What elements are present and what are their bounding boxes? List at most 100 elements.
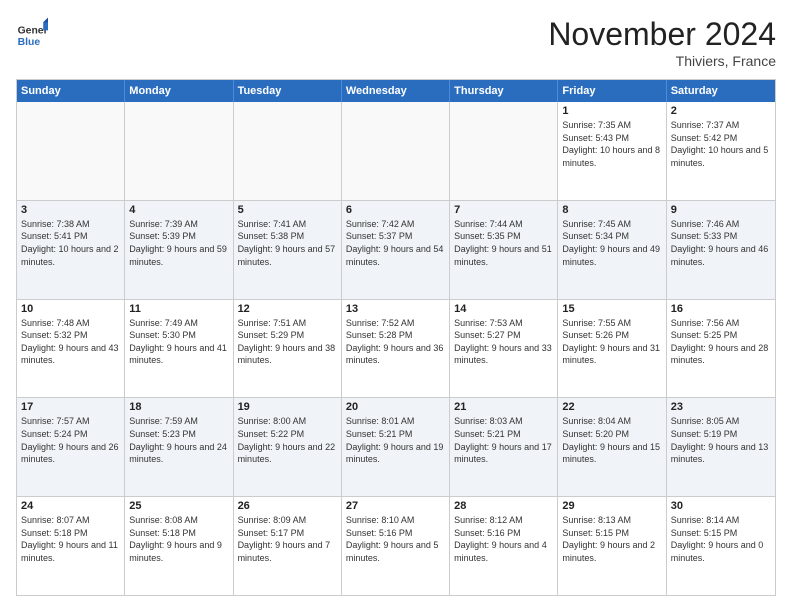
day-number: 7 <box>454 204 553 216</box>
weekday-wednesday: Wednesday <box>342 80 450 102</box>
cal-cell-4-6: 30Sunrise: 8:14 AM Sunset: 5:15 PM Dayli… <box>667 497 775 595</box>
header: General Blue November 2024 Thiviers, Fra… <box>16 16 776 69</box>
cell-info: Sunrise: 7:56 AM Sunset: 5:25 PM Dayligh… <box>671 317 771 367</box>
calendar: Sunday Monday Tuesday Wednesday Thursday… <box>16 79 776 596</box>
cell-info: Sunrise: 7:39 AM Sunset: 5:39 PM Dayligh… <box>129 218 228 268</box>
cal-cell-0-6: 2 Sunrise: 7:37 AM Sunset: 5:42 PM Daylig… <box>667 102 775 200</box>
day-number: 23 <box>671 401 771 413</box>
cell-info: Sunrise: 8:10 AM Sunset: 5:16 PM Dayligh… <box>346 514 445 564</box>
cal-cell-1-1: 4 Sunrise: 7:39 AM Sunset: 5:39 PM Daylig… <box>125 201 233 299</box>
cal-cell-4-3: 27 Sunrise: 8:10 AM Sunset: 5:16 PM Dayli… <box>342 497 450 595</box>
cell-info: Sunrise: 7:52 AM Sunset: 5:28 PM Dayligh… <box>346 317 445 367</box>
cal-cell-0-0 <box>17 102 125 200</box>
day-number: 16 <box>671 303 771 315</box>
cal-row-0: 1 Sunrise: 7:35 AM Sunset: 5:43 PM Daylig… <box>17 102 775 201</box>
weekday-saturday: Saturday <box>667 80 775 102</box>
cal-cell-3-2: 19Sunrise: 8:00 AM Sunset: 5:22 PM Dayli… <box>234 398 342 496</box>
cal-row-2: 10 Sunrise: 7:48 AM Sunset: 5:32 PM Dayli… <box>17 300 775 399</box>
cell-info: Sunrise: 7:42 AM Sunset: 5:37 PM Dayligh… <box>346 218 445 268</box>
cell-info: Sunrise: 7:59 AM Sunset: 5:23 PM Dayligh… <box>129 415 228 465</box>
weekday-thursday: Thursday <box>450 80 558 102</box>
cell-info: Sunrise: 7:48 AM Sunset: 5:32 PM Dayligh… <box>21 317 120 367</box>
day-number: 10 <box>21 303 120 315</box>
calendar-body: 1 Sunrise: 7:35 AM Sunset: 5:43 PM Daylig… <box>17 102 775 595</box>
day-number: 17 <box>21 401 120 413</box>
month-title: November 2024 <box>548 16 776 53</box>
cal-cell-4-5: 29Sunrise: 8:13 AM Sunset: 5:15 PM Dayli… <box>558 497 666 595</box>
day-number: 4 <box>129 204 228 216</box>
cal-cell-1-2: 5Sunrise: 7:41 AM Sunset: 5:38 PM Daylig… <box>234 201 342 299</box>
cell-info: Sunrise: 8:01 AM Sunset: 5:21 PM Dayligh… <box>346 415 445 465</box>
cell-info: Sunrise: 7:46 AM Sunset: 5:33 PM Dayligh… <box>671 218 771 268</box>
day-number: 19 <box>238 401 337 413</box>
cell-info: Sunrise: 7:38 AM Sunset: 5:41 PM Dayligh… <box>21 218 120 268</box>
svg-text:Blue: Blue <box>18 37 41 48</box>
cal-cell-3-4: 21 Sunrise: 8:03 AM Sunset: 5:21 PM Dayli… <box>450 398 558 496</box>
cell-info: Sunrise: 8:03 AM Sunset: 5:21 PM Dayligh… <box>454 415 553 465</box>
day-number: 14 <box>454 303 553 315</box>
cell-info: Sunrise: 7:35 AM Sunset: 5:43 PM Dayligh… <box>562 119 661 169</box>
day-number: 3 <box>21 204 120 216</box>
cal-cell-0-4 <box>450 102 558 200</box>
cal-cell-0-2 <box>234 102 342 200</box>
day-number: 8 <box>562 204 661 216</box>
cal-cell-3-1: 18 Sunrise: 7:59 AM Sunset: 5:23 PM Dayli… <box>125 398 233 496</box>
day-number: 28 <box>454 500 553 512</box>
cell-info: Sunrise: 7:51 AM Sunset: 5:29 PM Dayligh… <box>238 317 337 367</box>
cell-info: Sunrise: 8:05 AM Sunset: 5:19 PM Dayligh… <box>671 415 771 465</box>
cell-info: Sunrise: 8:04 AM Sunset: 5:20 PM Dayligh… <box>562 415 661 465</box>
cal-cell-0-3 <box>342 102 450 200</box>
cell-info: Sunrise: 8:08 AM Sunset: 5:18 PM Dayligh… <box>129 514 228 564</box>
cal-cell-3-3: 20 Sunrise: 8:01 AM Sunset: 5:21 PM Dayli… <box>342 398 450 496</box>
cell-info: Sunrise: 7:57 AM Sunset: 5:24 PM Dayligh… <box>21 415 120 465</box>
cell-info: Sunrise: 7:49 AM Sunset: 5:30 PM Dayligh… <box>129 317 228 367</box>
cell-info: Sunrise: 8:13 AM Sunset: 5:15 PM Dayligh… <box>562 514 661 564</box>
cal-row-4: 24Sunrise: 8:07 AM Sunset: 5:18 PM Dayli… <box>17 497 775 595</box>
title-section: November 2024 Thiviers, France <box>548 16 776 69</box>
cal-cell-3-0: 17 Sunrise: 7:57 AM Sunset: 5:24 PM Dayli… <box>17 398 125 496</box>
cal-row-3: 17 Sunrise: 7:57 AM Sunset: 5:24 PM Dayli… <box>17 398 775 497</box>
location: Thiviers, France <box>548 53 776 69</box>
logo: General Blue <box>16 16 48 48</box>
day-number: 15 <box>562 303 661 315</box>
day-number: 1 <box>562 105 661 117</box>
day-number: 9 <box>671 204 771 216</box>
cal-row-1: 3 Sunrise: 7:38 AM Sunset: 5:41 PM Daylig… <box>17 201 775 300</box>
cell-info: Sunrise: 7:44 AM Sunset: 5:35 PM Dayligh… <box>454 218 553 268</box>
cal-cell-4-1: 25 Sunrise: 8:08 AM Sunset: 5:18 PM Dayli… <box>125 497 233 595</box>
page: General Blue November 2024 Thiviers, Fra… <box>0 0 792 612</box>
cal-cell-0-1 <box>125 102 233 200</box>
day-number: 21 <box>454 401 553 413</box>
day-number: 30 <box>671 500 771 512</box>
weekday-friday: Friday <box>558 80 666 102</box>
day-number: 20 <box>346 401 445 413</box>
day-number: 12 <box>238 303 337 315</box>
cal-cell-2-4: 14Sunrise: 7:53 AM Sunset: 5:27 PM Dayli… <box>450 300 558 398</box>
weekday-tuesday: Tuesday <box>234 80 342 102</box>
cal-cell-0-5: 1 Sunrise: 7:35 AM Sunset: 5:43 PM Daylig… <box>558 102 666 200</box>
cal-cell-1-0: 3 Sunrise: 7:38 AM Sunset: 5:41 PM Daylig… <box>17 201 125 299</box>
cal-cell-2-2: 12 Sunrise: 7:51 AM Sunset: 5:29 PM Dayli… <box>234 300 342 398</box>
day-number: 11 <box>129 303 228 315</box>
calendar-header: Sunday Monday Tuesday Wednesday Thursday… <box>17 80 775 102</box>
cal-cell-1-5: 8Sunrise: 7:45 AM Sunset: 5:34 PM Daylig… <box>558 201 666 299</box>
day-number: 25 <box>129 500 228 512</box>
cell-info: Sunrise: 7:41 AM Sunset: 5:38 PM Dayligh… <box>238 218 337 268</box>
cal-cell-2-0: 10 Sunrise: 7:48 AM Sunset: 5:32 PM Dayli… <box>17 300 125 398</box>
day-number: 27 <box>346 500 445 512</box>
cal-cell-4-4: 28Sunrise: 8:12 AM Sunset: 5:16 PM Dayli… <box>450 497 558 595</box>
day-number: 26 <box>238 500 337 512</box>
day-number: 18 <box>129 401 228 413</box>
cell-info: Sunrise: 8:09 AM Sunset: 5:17 PM Dayligh… <box>238 514 337 564</box>
day-number: 2 <box>671 105 771 117</box>
cal-cell-4-2: 26 Sunrise: 8:09 AM Sunset: 5:17 PM Dayli… <box>234 497 342 595</box>
cal-cell-2-6: 16 Sunrise: 7:56 AM Sunset: 5:25 PM Dayli… <box>667 300 775 398</box>
cal-cell-2-3: 13Sunrise: 7:52 AM Sunset: 5:28 PM Dayli… <box>342 300 450 398</box>
cal-cell-3-6: 23 Sunrise: 8:05 AM Sunset: 5:19 PM Dayli… <box>667 398 775 496</box>
day-number: 6 <box>346 204 445 216</box>
cal-cell-2-1: 11 Sunrise: 7:49 AM Sunset: 5:30 PM Dayli… <box>125 300 233 398</box>
cal-cell-2-5: 15Sunrise: 7:55 AM Sunset: 5:26 PM Dayli… <box>558 300 666 398</box>
weekday-sunday: Sunday <box>17 80 125 102</box>
cell-info: Sunrise: 7:37 AM Sunset: 5:42 PM Dayligh… <box>671 119 771 169</box>
cell-info: Sunrise: 8:07 AM Sunset: 5:18 PM Dayligh… <box>21 514 120 564</box>
